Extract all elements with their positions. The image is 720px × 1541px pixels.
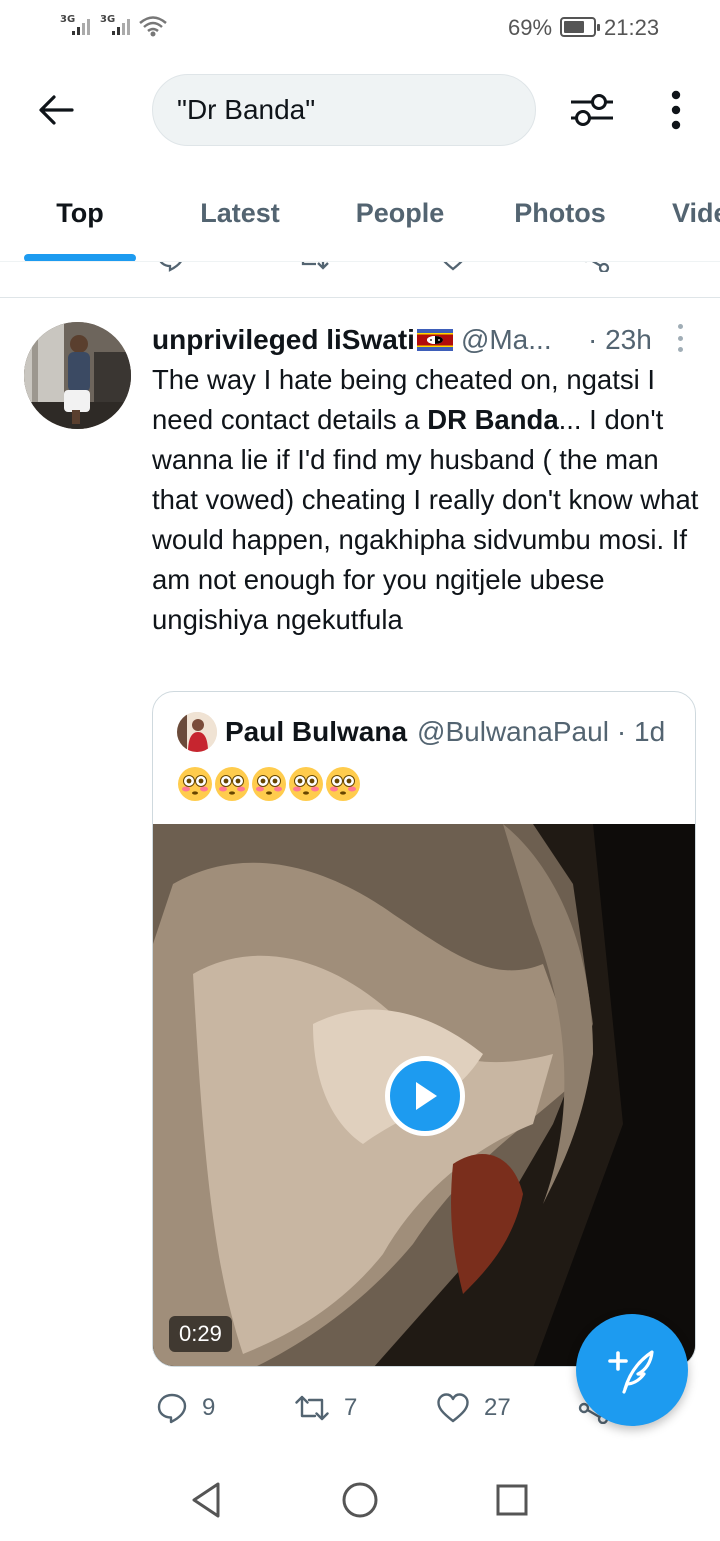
status-clock: 21:23: [604, 15, 660, 40]
sliders-icon: [571, 94, 613, 126]
active-tab-indicator: [24, 254, 136, 261]
tab-videos[interactable]: Videos: [672, 170, 720, 261]
flushed-face-emoji-icon: [326, 767, 360, 801]
quoted-time[interactable]: · 1d: [617, 716, 665, 748]
more-options-button[interactable]: [656, 82, 696, 138]
search-filter-button[interactable]: [562, 84, 622, 136]
flushed-face-emoji-icon: [252, 767, 286, 801]
dot-icon: [677, 335, 683, 341]
retweet-count: 7: [344, 1394, 358, 1421]
quoted-display-name[interactable]: Paul Bulwana: [225, 716, 407, 748]
reply-button[interactable]: 9: [156, 1386, 215, 1430]
search-tabs: Top Latest People Photos Videos: [0, 170, 720, 262]
flushed-face-emoji-icon: [289, 767, 323, 801]
eswatini-flag-icon: [416, 329, 453, 351]
tweet-text: The way I hate being cheated on, ngatsi …: [152, 364, 699, 635]
prev-share-icon[interactable]: [578, 262, 612, 272]
circle-home-icon: [342, 1482, 378, 1518]
nav-back-button[interactable]: [176, 1474, 236, 1526]
play-button[interactable]: [385, 1056, 465, 1136]
search-header: "Dr Banda": [0, 60, 720, 160]
status-bar: 3G 3G 69% 21:23: [0, 0, 720, 54]
system-navigation-bar: [0, 1460, 720, 1541]
video-duration: 0:29: [169, 1316, 232, 1352]
dot-icon: [677, 347, 683, 352]
prev-retweet-icon[interactable]: [296, 262, 330, 272]
quoted-header: Paul Bulwana @BulwanaPaul · 1d: [225, 710, 665, 754]
tab-latest[interactable]: Latest: [180, 170, 300, 261]
signal-bars-2-icon: [112, 17, 130, 35]
display-name[interactable]: unprivileged liSwati: [152, 324, 415, 356]
avatar[interactable]: [24, 322, 131, 429]
quoted-text: [177, 766, 361, 802]
tab-top[interactable]: Top: [24, 170, 136, 261]
quoted-tweet[interactable]: Paul Bulwana @BulwanaPaul · 1d 0:29: [152, 691, 696, 1367]
quoted-avatar[interactable]: [177, 712, 217, 752]
reply-icon: [157, 1393, 187, 1424]
battery-icon: [560, 17, 600, 37]
wifi-icon: [139, 16, 167, 37]
retweet-button[interactable]: 7: [294, 1386, 357, 1430]
flushed-face-emoji-icon: [178, 767, 212, 801]
like-count: 27: [484, 1394, 511, 1421]
previous-tweet-actions: [0, 262, 720, 298]
prev-like-icon[interactable]: [438, 262, 468, 272]
like-button[interactable]: 27: [436, 1386, 511, 1430]
prev-reply-icon[interactable]: [156, 262, 186, 272]
more-vertical-icon: [671, 90, 681, 130]
tab-people[interactable]: People: [340, 170, 460, 261]
avatar-photo: [24, 322, 131, 429]
compose-tweet-button[interactable]: [576, 1314, 688, 1426]
square-recents-icon: [496, 1484, 528, 1516]
search-input[interactable]: "Dr Banda": [152, 74, 536, 146]
tweet-more-button[interactable]: [668, 322, 692, 354]
quoted-handle[interactable]: @BulwanaPaul: [417, 716, 609, 748]
nav-home-button[interactable]: [330, 1474, 390, 1526]
nav-recents-button[interactable]: [482, 1474, 542, 1526]
back-button[interactable]: [30, 86, 82, 134]
battery-percent: 69%: [508, 15, 553, 40]
compose-feather-icon: [608, 1350, 654, 1394]
signal-bars-1-icon: [72, 17, 90, 35]
dot-icon: [677, 324, 683, 329]
triangle-back-icon: [192, 1482, 220, 1518]
tweet-time[interactable]: · 23h: [588, 320, 652, 360]
video-player[interactable]: 0:29: [153, 824, 695, 1366]
tab-photos[interactable]: Photos: [500, 170, 620, 261]
arrow-left-icon: [39, 95, 74, 125]
heart-icon: [437, 1393, 469, 1423]
search-term-highlight: DR Banda: [427, 404, 559, 435]
user-handle[interactable]: @Ma...: [461, 324, 552, 356]
reply-count: 9: [202, 1394, 216, 1421]
play-icon: [416, 1082, 437, 1110]
flushed-face-emoji-icon: [215, 767, 249, 801]
retweet-icon: [295, 1395, 329, 1421]
